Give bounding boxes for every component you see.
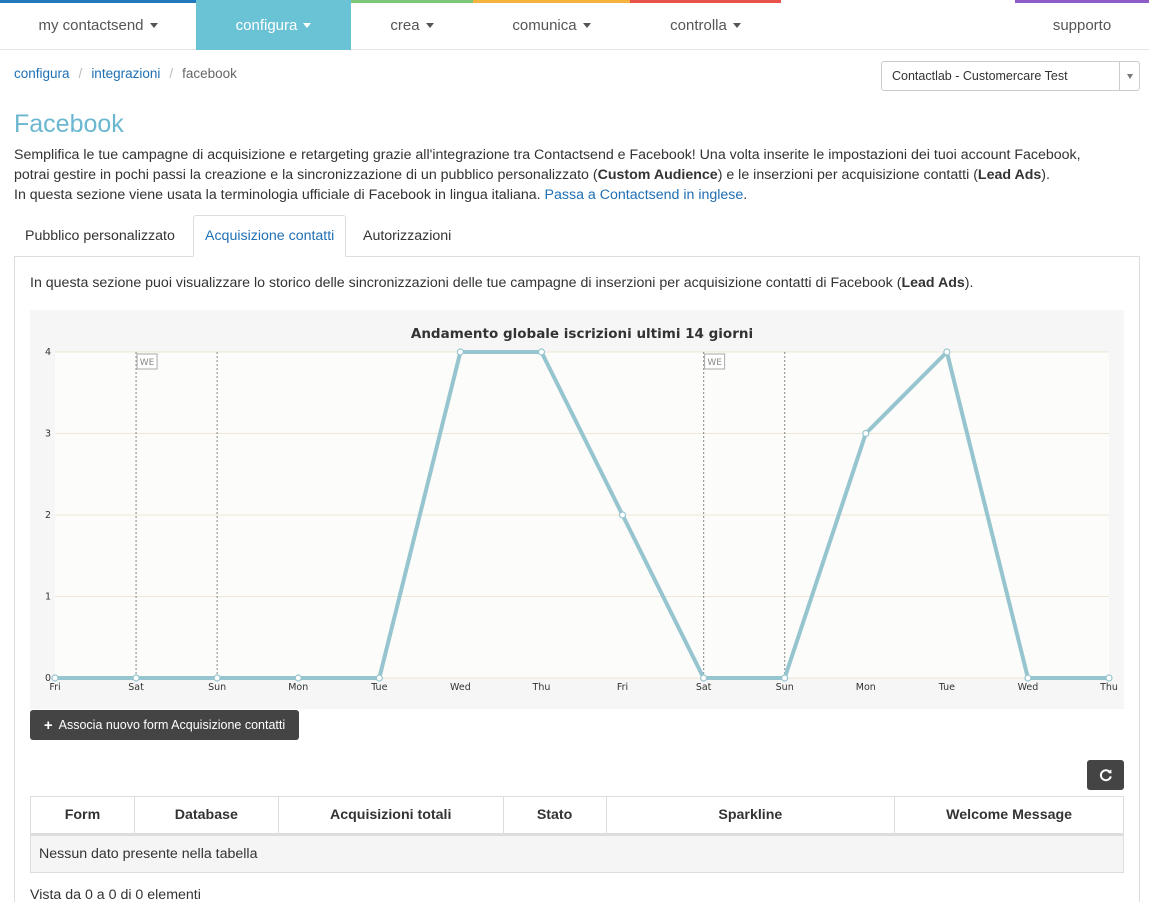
- tab-pubblico-personalizzato[interactable]: Pubblico personalizzato: [14, 215, 186, 257]
- y-tick-label: 1: [45, 592, 51, 603]
- intro-line: Semplifica le tue campagne di acquisizio…: [14, 147, 1081, 163]
- column-header-welcome-message[interactable]: Welcome Message: [894, 796, 1124, 836]
- nav-configura[interactable]: configura: [196, 0, 351, 50]
- account-select[interactable]: Contactlab - Customercare Test: [881, 61, 1140, 91]
- nav-controlla[interactable]: controlla: [630, 0, 781, 50]
- x-tick-label: Mon: [856, 682, 876, 693]
- intro-line: In questa sezione viene usata la termino…: [14, 187, 748, 203]
- breadcrumb-link-configura[interactable]: configura: [14, 66, 70, 81]
- column-header-stato[interactable]: Stato: [502, 796, 607, 836]
- chevron-down-icon[interactable]: [1119, 62, 1139, 90]
- table-info: Vista da 0 a 0 di 0 elementi: [30, 887, 201, 902]
- column-header-sparkline[interactable]: Sparkline: [605, 796, 896, 836]
- nav-color-bar: [351, 0, 473, 3]
- intro-line: potrai gestire in pochi passi la creazio…: [14, 167, 1050, 183]
- subscriptions-chart: Andamento globale iscrizioni ultimi 14 g…: [30, 310, 1124, 709]
- x-tick-label: Fri: [49, 682, 60, 693]
- nav-crea[interactable]: crea: [351, 0, 473, 50]
- nav-label: crea: [390, 16, 420, 34]
- nav-label: comunica: [512, 16, 577, 34]
- weekend-badge-label: WE: [140, 358, 155, 368]
- x-tick-label: Sat: [696, 682, 712, 693]
- caret-down-icon: [303, 22, 312, 28]
- nav-comunica[interactable]: comunica: [473, 0, 630, 50]
- weekend-badge-label: WE: [707, 358, 722, 368]
- nav-color-bar: [1015, 0, 1149, 3]
- breadcrumb-separator: /: [169, 66, 174, 81]
- data-point: [700, 674, 708, 682]
- refresh-icon: [1099, 769, 1112, 782]
- nav-color-bar: [0, 0, 196, 3]
- x-tick-label: Sat: [128, 682, 144, 693]
- caret-down-icon: [582, 22, 591, 28]
- x-tick-label: Wed: [450, 682, 471, 693]
- column-header-acquisizioni[interactable]: Acquisizioni totali: [277, 796, 504, 836]
- breadcrumb-link-integrazioni[interactable]: integrazioni: [91, 66, 160, 81]
- page-title: Facebook: [14, 110, 124, 138]
- nav-color-bar: [473, 0, 630, 3]
- chart-title: Andamento globale iscrizioni ultimi 14 g…: [411, 326, 753, 342]
- top-navbar: my contactsend configura crea comunica c…: [0, 0, 1149, 50]
- x-tick-label: Mon: [288, 682, 308, 693]
- data-point: [537, 348, 546, 356]
- plus-icon: +: [43, 716, 53, 734]
- data-point: [51, 674, 59, 682]
- y-tick-label: 4: [45, 347, 51, 358]
- breadcrumb-current: facebook: [182, 66, 237, 81]
- column-header-form[interactable]: Form: [30, 796, 135, 836]
- nav-color-bar: [630, 0, 781, 3]
- data-point: [294, 674, 302, 682]
- chart-svg: Andamento globale iscrizioni ultimi 14 g…: [45, 326, 1118, 693]
- table-row: Nessun dato presente nella tabella: [30, 834, 1124, 873]
- intro-text: Semplifica le tue campagne di acquisizio…: [14, 145, 1139, 205]
- data-point: [781, 674, 789, 682]
- data-point: [862, 429, 870, 438]
- data-point: [132, 674, 140, 682]
- nav-supporto[interactable]: supporto: [1015, 0, 1149, 50]
- nav-label: my contactsend: [38, 16, 144, 34]
- breadcrumb: configura / integrazioni / facebook: [14, 66, 237, 81]
- nav-my-contactsend[interactable]: my contactsend: [0, 0, 196, 50]
- caret-down-icon: [425, 22, 434, 28]
- tab-acquisizione-contatti[interactable]: Acquisizione contatti: [193, 215, 347, 257]
- panel-description: In questa sezione puoi visualizzare lo s…: [30, 275, 974, 291]
- add-lead-form-label: Associa nuovo form Acquisizione contatti: [58, 718, 286, 732]
- data-point: [618, 511, 627, 519]
- column-header-database[interactable]: Database: [133, 796, 279, 836]
- refresh-button[interactable]: [1087, 760, 1124, 790]
- lead-forms-table: Form Database Acquisizioni totali Stato …: [30, 796, 1124, 873]
- data-point: [456, 348, 464, 356]
- tab-autorizzazioni[interactable]: Autorizzazioni: [352, 215, 462, 257]
- data-point: [1024, 674, 1032, 682]
- breadcrumb-separator: /: [78, 66, 83, 81]
- x-tick-label: Fri: [617, 682, 628, 693]
- switch-language-link[interactable]: Passa a Contactsend in inglese: [545, 187, 744, 203]
- tab-bar: Pubblico personalizzato Acquisizione con…: [14, 215, 1140, 257]
- x-tick-label: Thu: [532, 682, 551, 693]
- add-lead-form-button[interactable]: + Associa nuovo form Acquisizione contat…: [30, 710, 299, 740]
- caret-down-icon: [732, 22, 741, 28]
- x-tick-label: Tue: [370, 682, 387, 693]
- x-tick-label: Sun: [208, 682, 226, 693]
- nav-label: controlla: [670, 16, 727, 34]
- table-header-row: Form Database Acquisizioni totali Stato …: [30, 796, 1124, 836]
- data-point: [1105, 674, 1113, 682]
- nav-color-bar: [196, 0, 351, 3]
- x-tick-label: Wed: [1018, 682, 1039, 693]
- x-tick-label: Thu: [1099, 682, 1118, 693]
- y-tick-label: 3: [45, 429, 51, 440]
- x-tick-label: Tue: [938, 682, 955, 693]
- y-tick-label: 2: [45, 510, 51, 521]
- empty-table-message: Nessun dato presente nella tabella: [30, 834, 1124, 873]
- data-point: [213, 674, 221, 682]
- nav-label: configura: [235, 16, 298, 34]
- caret-down-icon: [149, 22, 158, 28]
- nav-label: supporto: [1052, 16, 1112, 34]
- data-point: [375, 674, 383, 682]
- account-select-value: Contactlab - Customercare Test: [892, 69, 1068, 83]
- x-tick-label: Sun: [776, 682, 794, 693]
- data-point: [943, 348, 951, 356]
